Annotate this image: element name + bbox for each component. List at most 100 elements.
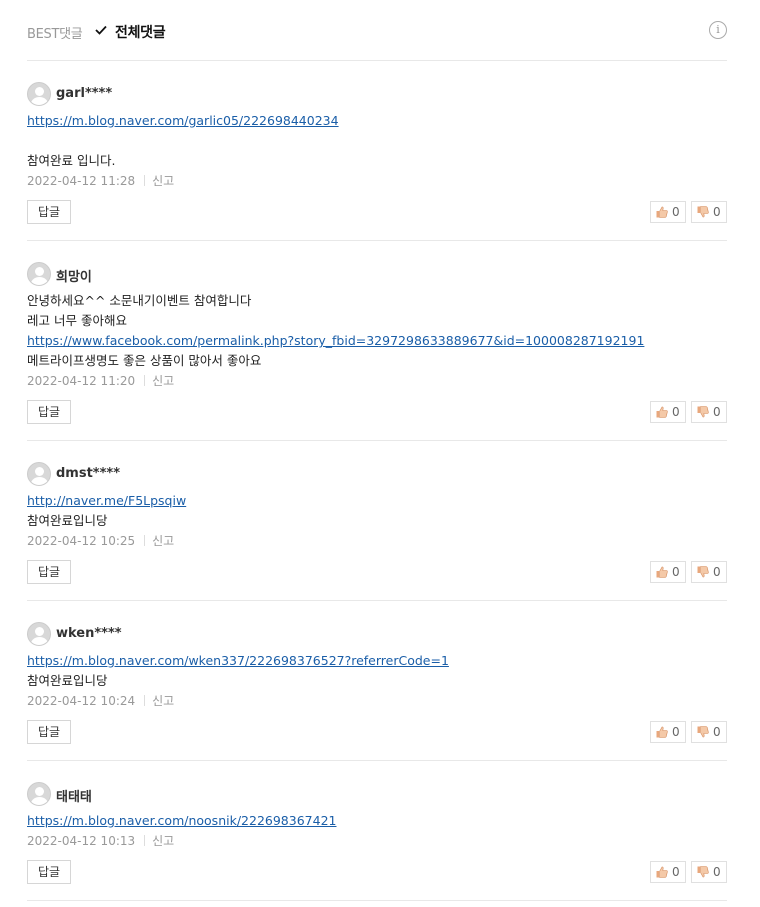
meta-separator	[144, 695, 146, 706]
reply-button[interactable]: 답글	[27, 200, 71, 224]
comment-item: garl**** https://m.blog.naver.com/garlic…	[27, 82, 727, 224]
info-icon[interactable]: i	[709, 21, 727, 39]
meta-separator	[144, 375, 146, 386]
meta-separator	[144, 535, 146, 546]
like-count: 0	[672, 405, 680, 419]
like-button[interactable]: 0	[650, 201, 686, 223]
report-button[interactable]: 신고	[152, 374, 174, 388]
report-button[interactable]: 신고	[152, 534, 174, 548]
comment-date: 2022-04-12 11:28	[27, 174, 136, 188]
comment-meta: 2022-04-12 10:13 신고	[27, 832, 727, 852]
reply-button[interactable]: 답글	[27, 860, 71, 884]
like-count: 0	[672, 565, 680, 579]
dislike-button[interactable]: 0	[691, 401, 727, 423]
comment-nickname[interactable]: 희망이	[56, 266, 92, 285]
divider	[27, 900, 727, 901]
comment-text-line: 안녕하세요^^ 소문내기이벤트 참여합니다	[27, 293, 252, 308]
thumbs-up-icon	[656, 406, 668, 418]
comment-link[interactable]: https://m.blog.naver.com/wken337/2226983…	[27, 651, 727, 671]
thumbs-down-icon	[697, 406, 709, 418]
divider	[27, 760, 727, 761]
avatar-icon[interactable]	[27, 262, 51, 286]
thumbs-down-icon	[697, 566, 709, 578]
comment-text-line: 레고 너무 좋아해요	[27, 313, 127, 328]
comment-actions: 답글 0 0	[27, 560, 727, 584]
comment-actions: 답글 0 0	[27, 860, 727, 884]
comment-meta: 2022-04-12 10:25 신고	[27, 532, 727, 552]
comment-date: 2022-04-12 10:13	[27, 834, 136, 848]
dislike-button[interactable]: 0	[691, 201, 727, 223]
avatar-icon[interactable]	[27, 622, 51, 646]
comment-nickname[interactable]: 태태태	[56, 786, 92, 805]
like-button[interactable]: 0	[650, 561, 686, 583]
reply-button[interactable]: 답글	[27, 560, 71, 584]
like-count: 0	[672, 205, 680, 219]
like-count: 0	[672, 865, 680, 879]
comment-link[interactable]: http://naver.me/F5Lpsqiw	[27, 491, 727, 511]
comment-text-line: 메트라이프생명도 좋은 상품이 많아서 좋아요	[27, 353, 262, 368]
dislike-count: 0	[713, 405, 721, 419]
comment-link[interactable]: https://www.facebook.com/permalink.php?s…	[27, 331, 727, 351]
divider	[27, 240, 727, 241]
dislike-button[interactable]: 0	[691, 721, 727, 743]
comment-link[interactable]: https://m.blog.naver.com/noosnik/2226983…	[27, 811, 727, 831]
report-button[interactable]: 신고	[152, 694, 174, 708]
divider	[27, 600, 727, 601]
meta-separator	[144, 175, 146, 186]
comment-body: http://naver.me/F5Lpsqiw 참여완료입니당	[27, 491, 727, 531]
checkmark-icon	[95, 25, 107, 35]
dislike-button[interactable]: 0	[691, 861, 727, 883]
comment-meta: 2022-04-12 11:28 신고	[27, 172, 727, 192]
comment-date: 2022-04-12 10:24	[27, 694, 136, 708]
report-button[interactable]: 신고	[152, 174, 174, 188]
dislike-count: 0	[713, 565, 721, 579]
sort-all-label: 전체댓글	[115, 25, 166, 41]
comment-item: wken**** https://m.blog.naver.com/wken33…	[27, 622, 727, 744]
comment-actions: 답글 0 0	[27, 720, 727, 744]
thumbs-up-icon	[656, 566, 668, 578]
avatar-icon[interactable]	[27, 82, 51, 106]
comment-body: https://m.blog.naver.com/garlic05/222698…	[27, 111, 727, 171]
thumbs-up-icon	[656, 726, 668, 738]
thumbs-up-icon	[656, 206, 668, 218]
comment-text-line: 참여완료 입니다.	[27, 153, 116, 168]
comment-header: garl****	[27, 82, 727, 106]
thumbs-down-icon	[697, 866, 709, 878]
comment-section: BEST댓글 전체댓글 i garl**** https://m.blog.na…	[0, 0, 760, 907]
sort-best-tab[interactable]: BEST댓글	[27, 23, 83, 42]
comment-header: 희망이	[27, 262, 727, 286]
comment-sort-bar: BEST댓글 전체댓글 i	[27, 20, 727, 44]
dislike-count: 0	[713, 725, 721, 739]
comment-text-line	[27, 131, 727, 151]
comment-nickname[interactable]: wken****	[56, 626, 122, 641]
dislike-count: 0	[713, 865, 721, 879]
comment-nickname[interactable]: dmst****	[56, 466, 120, 481]
reply-button[interactable]: 답글	[27, 720, 71, 744]
comment-item: dmst**** http://naver.me/F5Lpsqiw 참여완료입니당…	[27, 462, 727, 584]
comment-body: 안녕하세요^^ 소문내기이벤트 참여합니다레고 너무 좋아해요 https://w…	[27, 291, 727, 371]
divider	[27, 60, 727, 61]
comment-header: wken****	[27, 622, 727, 646]
dislike-count: 0	[713, 205, 721, 219]
comment-date: 2022-04-12 10:25	[27, 534, 136, 548]
avatar-icon[interactable]	[27, 782, 51, 806]
like-count: 0	[672, 725, 680, 739]
comment-body: https://m.blog.naver.com/noosnik/2226983…	[27, 811, 727, 831]
avatar-icon[interactable]	[27, 462, 51, 486]
comment-nickname[interactable]: garl****	[56, 86, 112, 101]
like-button[interactable]: 0	[650, 721, 686, 743]
comment-meta: 2022-04-12 10:24 신고	[27, 692, 727, 712]
report-button[interactable]: 신고	[152, 834, 174, 848]
meta-separator	[144, 835, 146, 846]
comment-header: 태태태	[27, 782, 727, 806]
reply-button[interactable]: 답글	[27, 400, 71, 424]
comment-link[interactable]: https://m.blog.naver.com/garlic05/222698…	[27, 111, 727, 131]
comment-actions: 답글 0 0	[27, 200, 727, 224]
comment-body: https://m.blog.naver.com/wken337/2226983…	[27, 651, 727, 691]
divider	[27, 440, 727, 441]
dislike-button[interactable]: 0	[691, 561, 727, 583]
like-button[interactable]: 0	[650, 861, 686, 883]
like-button[interactable]: 0	[650, 401, 686, 423]
thumbs-down-icon	[697, 726, 709, 738]
sort-all-tab[interactable]: 전체댓글	[95, 22, 166, 42]
